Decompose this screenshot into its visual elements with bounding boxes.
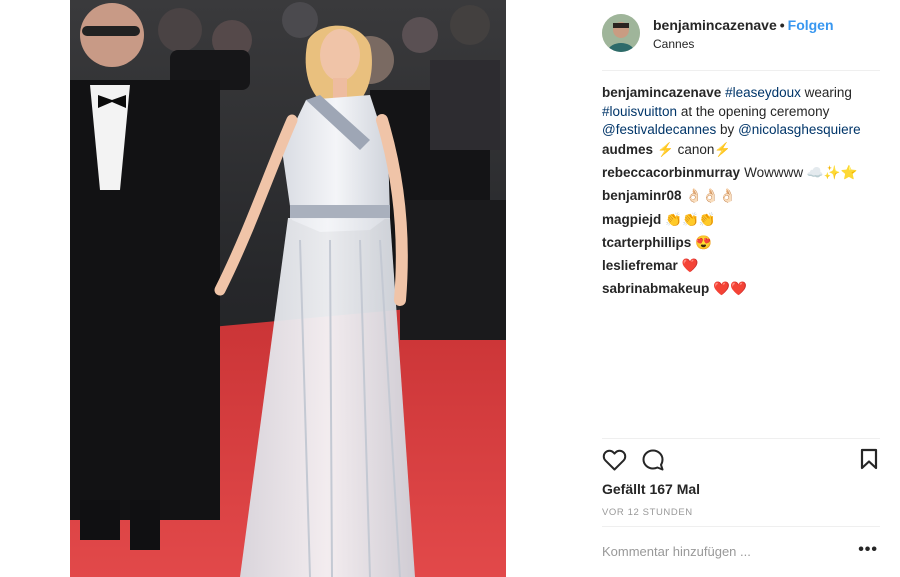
comment-username[interactable]: rebeccacorbinmurray (602, 165, 740, 180)
separator-dot: • (779, 17, 785, 33)
comment-button[interactable] (641, 448, 665, 477)
caption-username[interactable]: benjamincazenave (602, 85, 721, 100)
likes-count[interactable]: Gefällt 167 Mal (602, 481, 700, 497)
comment-username[interactable]: magpiejd (602, 212, 661, 227)
comment-item: lesliefremar ❤️ (602, 257, 880, 280)
comment-text: 👌🏻👌🏻👌🏻 (685, 188, 736, 204)
comment-text: 👏👏👏 (665, 211, 716, 227)
comment-divider (602, 526, 880, 527)
comment-text: 😍 (695, 234, 713, 250)
header-divider (602, 70, 880, 71)
heart-outline-icon (602, 449, 627, 471)
mention-link[interactable]: @festivaldecannes (602, 122, 716, 137)
comments-list: audmes ⚡ canon⚡ rebeccacorbinmurray Wowwww… (602, 141, 880, 303)
location-link[interactable]: Cannes (653, 37, 694, 51)
comment-item: magpiejd 👏👏👏 (602, 211, 880, 234)
avatar-icon (602, 14, 640, 52)
post-photo[interactable] (70, 0, 506, 577)
comment-username[interactable]: audmes (602, 142, 653, 157)
comment-item: rebeccacorbinmurray Wowwww ☁️✨⭐ (602, 164, 880, 187)
caption-text: at the opening ceremony (680, 103, 830, 119)
add-comment-row: ••• (602, 535, 880, 569)
post-header: benjamincazenave • Folgen Cannes (602, 14, 880, 54)
photo-red-carpet-image (70, 0, 506, 577)
actions-divider (602, 438, 880, 439)
follow-button[interactable]: Folgen (788, 17, 834, 33)
comment-username[interactable]: lesliefremar (602, 258, 678, 273)
comment-text: Wowwww ☁️✨⭐ (744, 165, 858, 181)
post-caption: benjamincazenave #leaseydoux wearing #lo… (602, 84, 880, 140)
comment-item: tcarterphillips 😍 (602, 234, 880, 257)
like-button[interactable] (602, 448, 627, 477)
save-button[interactable] (859, 448, 879, 475)
comment-item: benjaminr08 👌🏻👌🏻👌🏻 (602, 187, 880, 210)
hashtag-link[interactable]: #leaseydoux (725, 85, 801, 100)
comment-text: ⚡ canon⚡ (657, 142, 732, 157)
speech-bubble-icon (642, 449, 664, 471)
comment-username[interactable]: tcarterphillips (602, 235, 691, 250)
comment-item: audmes ⚡ canon⚡ (602, 141, 880, 164)
comment-username[interactable]: sabrinabmakeup (602, 281, 709, 296)
hashtag-link[interactable]: #louisvuitton (602, 104, 677, 119)
bookmark-icon (860, 448, 878, 470)
post-timestamp: VOR 12 STUNDEN (602, 507, 693, 518)
mention-link[interactable]: @nicolasghesquiere (738, 122, 861, 137)
caption-text: by (720, 122, 735, 137)
post-header-username[interactable]: benjamincazenave • Folgen (653, 17, 834, 33)
comment-text: ❤️ (681, 257, 699, 273)
post-actions (602, 448, 880, 474)
user-avatar[interactable] (602, 14, 640, 52)
add-comment-input[interactable] (602, 541, 842, 561)
comment-text: ❤️❤️ (713, 281, 747, 297)
comment-username[interactable]: benjaminr08 (602, 188, 682, 203)
comment-item: sabrinabmakeup ❤️❤️ (602, 280, 880, 303)
more-options-icon[interactable]: ••• (858, 542, 878, 558)
caption-text: wearing (804, 85, 852, 100)
username-link[interactable]: benjamincazenave (653, 17, 777, 33)
post-sidebar: benjamincazenave • Folgen Cannes benjaminc… (602, 0, 880, 577)
